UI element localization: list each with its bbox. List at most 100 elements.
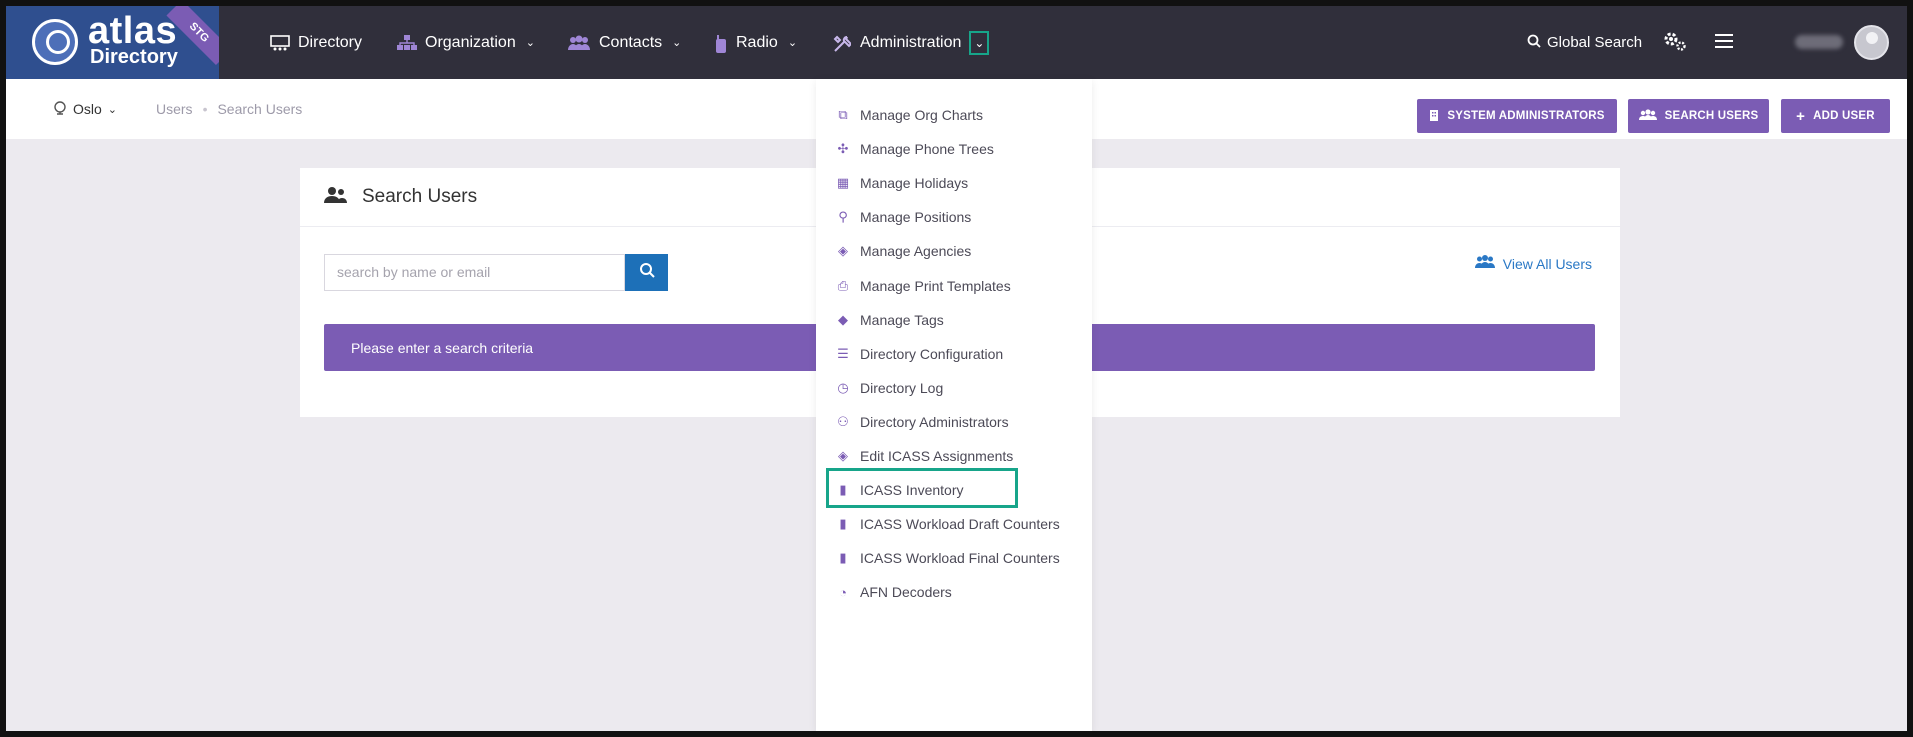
nav-organization-label: Organization (425, 33, 516, 51)
admin-menu-item-label: Manage Org Charts (860, 107, 983, 123)
admin-menu-item-label: AFN Decoders (860, 584, 952, 601)
admin-menu-item-label: Directory Administrators (860, 413, 1009, 430)
admin-menu-item[interactable]: ⚇ Directory Administrators (836, 409, 1009, 435)
sitemap-icon: ⧉ (838, 107, 848, 122)
search-users-label: SEARCH USERS (1664, 110, 1759, 122)
admin-menu-item-label: Manage Agencies (860, 243, 972, 260)
breadcrumb-separator: • (202, 101, 208, 117)
chevron-down-icon: ⌄ (672, 37, 682, 49)
admin-menu-item[interactable]: ⚲ Manage Positions (836, 204, 971, 230)
nav-directory-label: Directory (298, 33, 363, 51)
admin-menu-item[interactable]: ▮ ICASS Inventory (836, 477, 964, 503)
admin-menu-item-label: Manage Positions (860, 209, 972, 226)
nav-radio[interactable]: Radio ⌄ (714, 6, 797, 79)
breadcrumb-current: Search Users (217, 101, 303, 117)
users-icon (1638, 108, 1657, 124)
logo-subtext: Directory (90, 46, 178, 68)
admin-menu-item[interactable]: ▦ Manage Holidays (836, 170, 968, 196)
directory-board-icon (270, 34, 290, 51)
admin-menu-item-label: Manage Print Templates (860, 277, 1011, 294)
clock-icon: ◷ (837, 379, 849, 395)
network-icon: ✣ (837, 141, 849, 157)
nav-directory[interactable]: Directory (270, 6, 362, 79)
breadcrumb: Users • Search Users (156, 79, 302, 139)
person-position-icon: ⚲ (838, 209, 848, 225)
settings-button[interactable] (1663, 6, 1687, 79)
administration-dropdown-menu: ⧉ Manage Org Charts ✣ Manage Phone Trees ▦ Ma… (816, 79, 1092, 731)
admin-menu-item[interactable]: ◈ Edit ICASS Assignments (836, 443, 1013, 469)
tags-icon: ◆ (838, 311, 848, 327)
admin-menu-item[interactable]: ✣ Manage Phone Trees (836, 136, 994, 162)
search-input[interactable]: search by name or email (324, 254, 625, 291)
globe-icon (53, 100, 67, 118)
search-users-button[interactable]: SEARCH USERS (1628, 99, 1769, 133)
user-shield-icon: ⚇ (837, 413, 849, 429)
top-nav: atlas Directory STG Directory Organizati… (6, 6, 1907, 79)
global-search[interactable]: Global Search (1527, 6, 1642, 79)
atlas-globe-icon (32, 19, 78, 65)
admin-menu-item[interactable]: ◷ Directory Log (836, 375, 943, 401)
app-frame: atlas Directory STG Directory Organizati… (6, 6, 1907, 731)
admin-menu-item[interactable]: ▮ ICASS Workload Draft Counters (836, 511, 1060, 537)
nav-radio-label: Radio (736, 33, 778, 51)
users-icon (567, 35, 591, 51)
admin-menu-item[interactable]: ◆ Manage Tags (836, 307, 944, 333)
layers-icon: ◈ (838, 448, 848, 463)
admin-menu-item[interactable]: ◈ Manage Agencies (836, 238, 971, 264)
admin-menu-item-label: ICASS Inventory (860, 482, 964, 499)
chevron-down-icon: ⌄ (787, 37, 798, 49)
printer-icon: ⎙ (837, 277, 849, 293)
system-administrators-label: SYSTEM ADMINISTRATORS (1447, 110, 1605, 122)
admin-menu-item[interactable]: ▮ ICASS Workload Final Counters (836, 545, 1060, 571)
user-name-redacted[interactable] (1795, 35, 1843, 49)
plus-icon: + (1796, 107, 1806, 125)
breadcrumb-users[interactable]: Users (156, 101, 193, 117)
users-icon (324, 186, 348, 209)
search-icon (639, 262, 655, 283)
chevron-down-icon: ⌄ (525, 37, 535, 49)
hamburger-icon (1715, 33, 1733, 53)
admin-menu-item[interactable]: ◔ AFN Decoders (836, 579, 952, 605)
calendar-icon: ▦ (836, 175, 850, 191)
location-selector[interactable]: Oslo ⌄ (53, 79, 117, 139)
view-all-users-label: View All Users (1502, 255, 1592, 272)
add-user-button[interactable]: + ADD USER (1781, 99, 1890, 133)
nav-contacts-label: Contacts (599, 33, 663, 51)
file-icon: ▮ (839, 482, 847, 498)
search-button[interactable] (625, 254, 668, 291)
system-administrators-button[interactable]: SYSTEM ADMINISTRATORS (1417, 99, 1617, 133)
chevron-down-icon: ⌄ (107, 103, 118, 116)
nav-organization[interactable]: Organization ⌄ (397, 6, 535, 79)
admin-menu-item-label: Manage Tags (860, 311, 944, 328)
search-icon (1527, 34, 1541, 52)
sliders-icon: ☰ (837, 345, 849, 361)
admin-menu-item-label: Manage Holidays (860, 175, 969, 192)
admin-menu-item-label: Manage Phone Trees (860, 141, 994, 158)
menu-button[interactable] (1715, 6, 1733, 79)
add-user-label: ADD USER (1813, 110, 1875, 122)
admin-menu-item[interactable]: ⧉ Manage Org Charts (836, 102, 983, 128)
nav-contacts[interactable]: Contacts ⌄ (567, 6, 681, 79)
layers-icon: ◈ (838, 243, 848, 259)
admin-menu-item-label: ICASS Workload Final Counters (860, 550, 1060, 567)
radio-icon (714, 34, 728, 53)
building-icon (1429, 109, 1439, 124)
file-icon: ▮ (839, 550, 847, 566)
admin-menu-item-label: Edit ICASS Assignments (860, 448, 1014, 464)
avatar[interactable] (1854, 25, 1889, 60)
location-label: Oslo (73, 101, 102, 117)
nav-administration[interactable]: Administration ⌄ (832, 6, 990, 79)
users-icon (1474, 255, 1495, 272)
nav-administration-label: Administration (860, 33, 962, 51)
file-icon: ▮ (839, 516, 847, 532)
logo[interactable]: atlas Directory STG (6, 6, 219, 79)
administration-chevron-down-icon[interactable]: ⌄ (969, 30, 990, 55)
admin-menu-item-label: ICASS Workload Draft Counters (860, 516, 1060, 533)
admin-menu-item[interactable]: ⎙ Manage Print Templates (836, 273, 1011, 299)
admin-menu-item[interactable]: ☰ Directory Configuration (836, 341, 1003, 367)
sitemap-icon (397, 34, 417, 51)
page-title: Search Users (362, 186, 478, 207)
view-all-users-link[interactable]: View All Users (1474, 255, 1592, 272)
admin-menu-item-label: Directory Configuration (860, 345, 1004, 362)
gears-icon (1663, 31, 1687, 55)
